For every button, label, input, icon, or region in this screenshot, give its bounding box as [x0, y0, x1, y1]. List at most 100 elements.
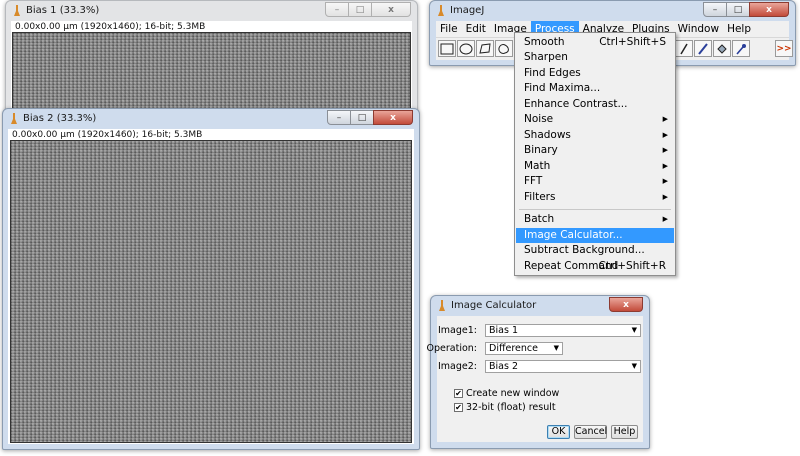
cancel-button[interactable]: Cancel	[574, 425, 607, 439]
maximize-icon: □	[357, 112, 367, 123]
minimize-button[interactable]: –	[327, 110, 351, 125]
maximize-button[interactable]: □	[348, 2, 372, 17]
bias1-titlebar[interactable]: Bias 1 (33.3%) – □ x	[6, 1, 417, 21]
bias1-client: 0.00x0.00 µm (1920x1460); 16-bit; 5.3MB	[11, 21, 412, 111]
menu-help[interactable]: Help	[723, 21, 755, 37]
menu-item-binary[interactable]: Binary ▶	[516, 143, 674, 158]
chevron-down-icon: ▼	[553, 344, 559, 352]
dialog-titlebar[interactable]: Image Calculator x	[431, 296, 649, 316]
help-button[interactable]: Help	[611, 425, 638, 439]
imagej-title: ImageJ	[450, 5, 485, 16]
menu-item-math[interactable]: Math ▶	[516, 159, 674, 174]
image2-select[interactable]: Bias 2 ▼	[485, 360, 641, 373]
dialog-title: Image Calculator	[451, 300, 537, 311]
imagej-microscope-icon	[14, 5, 20, 16]
bias1-title: Bias 1 (33.3%)	[26, 5, 100, 16]
menu-item-label: Filters	[524, 191, 556, 203]
menu-item-label: Noise	[524, 113, 554, 125]
bias2-title: Bias 2 (33.3%)	[23, 113, 97, 124]
menu-item-subtract-background[interactable]: Subtract Background...	[516, 243, 674, 258]
menu-item-label: Sharpen	[524, 51, 568, 63]
image1-select[interactable]: Bias 1 ▼	[485, 324, 641, 337]
menu-item-batch[interactable]: Batch ▶	[516, 212, 674, 227]
menu-item-noise[interactable]: Noise ▶	[516, 112, 674, 127]
minimize-icon: –	[336, 112, 342, 123]
menu-item-label: Smooth	[524, 36, 565, 48]
checkmark-icon: ✔	[455, 389, 462, 398]
menu-file[interactable]: File	[436, 21, 462, 37]
bias1-image-canvas[interactable]	[12, 32, 411, 111]
rectangle-tool[interactable]	[438, 40, 456, 57]
menu-item-repeat-command[interactable]: Repeat Command Ctrl+Shift+R	[516, 259, 674, 274]
float-result-checkbox[interactable]: ✔	[454, 403, 463, 412]
ok-button[interactable]: OK	[547, 425, 570, 439]
menu-edit[interactable]: Edit	[462, 21, 490, 37]
imagej-titlebar[interactable]: ImageJ – □ x	[430, 1, 795, 21]
operation-label: Operation:	[426, 343, 477, 354]
close-button[interactable]: x	[371, 2, 411, 17]
menu-item-label: FFT	[524, 175, 543, 187]
menu-item-fft[interactable]: FFT ▶	[516, 174, 674, 189]
submenu-arrow-icon: ▶	[662, 131, 668, 139]
maximize-button[interactable]: □	[726, 2, 750, 17]
more-tools-button[interactable]: >>	[775, 40, 793, 57]
menu-item-label: Enhance Contrast...	[524, 98, 628, 110]
menu-item-enhance-contrast[interactable]: Enhance Contrast...	[516, 97, 674, 112]
menu-item-find-edges[interactable]: Find Edges	[516, 66, 674, 81]
maximize-icon: □	[355, 4, 365, 15]
wand-tool[interactable]	[675, 40, 693, 57]
dropper-tool[interactable]	[732, 40, 750, 57]
menu-item-shadows[interactable]: Shadows ▶	[516, 128, 674, 143]
paint-bucket-icon	[717, 43, 727, 54]
maximize-icon: □	[733, 4, 743, 15]
menu-item-filters[interactable]: Filters ▶	[516, 190, 674, 205]
minimize-button[interactable]: –	[325, 2, 349, 17]
close-button[interactable]: x	[749, 2, 789, 17]
double-chevron-icon: >>	[776, 43, 792, 54]
menu-item-sharpen[interactable]: Sharpen	[516, 50, 674, 65]
freehand-tool[interactable]	[495, 40, 513, 57]
close-button[interactable]: x	[373, 110, 413, 125]
imagej-microscope-icon	[439, 300, 445, 311]
dialog-body: Image1: Bias 1 ▼ Operation: Difference ▼ I…	[427, 316, 643, 442]
oval-tool[interactable]	[457, 40, 475, 57]
operation-select[interactable]: Difference ▼	[485, 342, 563, 355]
chevron-down-icon: ▼	[631, 326, 637, 334]
menu-window[interactable]: Window	[674, 21, 723, 37]
operation-value: Difference	[489, 343, 538, 354]
polygon-tool[interactable]	[476, 40, 494, 57]
bias2-window: Bias 2 (33.3%) – □ x 0.00x0.00 µm (1920x…	[2, 108, 420, 450]
close-button[interactable]: x	[609, 297, 643, 312]
close-icon: x	[623, 299, 629, 310]
submenu-arrow-icon: ▶	[662, 177, 668, 185]
create-new-window-label: Create new window	[466, 388, 560, 399]
flood-fill-tool[interactable]	[713, 40, 731, 57]
image2-label: Image2:	[438, 361, 477, 372]
create-new-window-checkbox[interactable]: ✔	[454, 389, 463, 398]
menu-item-shortcut: Ctrl+Shift+S	[599, 36, 666, 48]
image1-label: Image1:	[438, 325, 477, 336]
menu-item-label: Subtract Background...	[524, 244, 645, 256]
bias2-image-canvas[interactable]	[10, 140, 412, 443]
menu-item-label: Binary	[524, 144, 558, 156]
image2-value: Bias 2	[489, 361, 518, 372]
minimize-button[interactable]: –	[703, 2, 727, 17]
menu-item-label: Batch	[524, 213, 555, 225]
menu-item-smooth[interactable]: Smooth Ctrl+Shift+S	[516, 35, 674, 50]
close-icon: x	[388, 4, 394, 15]
freehand-icon	[498, 43, 509, 54]
submenu-arrow-icon: ▶	[662, 162, 668, 170]
submenu-arrow-icon: ▶	[662, 215, 668, 223]
menu-item-find-maxima[interactable]: Find Maxima...	[516, 81, 674, 96]
maximize-button[interactable]: □	[350, 110, 374, 125]
bias2-titlebar[interactable]: Bias 2 (33.3%) – □ x	[3, 109, 419, 129]
brush-tool[interactable]	[694, 40, 712, 57]
menu-item-image-calculator[interactable]: Image Calculator...	[516, 228, 674, 243]
submenu-arrow-icon: ▶	[662, 193, 668, 201]
imagej-microscope-icon	[438, 5, 444, 16]
rectangle-icon	[440, 43, 454, 54]
minimize-icon: –	[712, 4, 718, 15]
oval-icon	[459, 43, 473, 54]
close-icon: x	[766, 4, 772, 15]
bias2-client: 0.00x0.00 µm (1920x1460); 16-bit; 5.3MB	[8, 129, 414, 444]
